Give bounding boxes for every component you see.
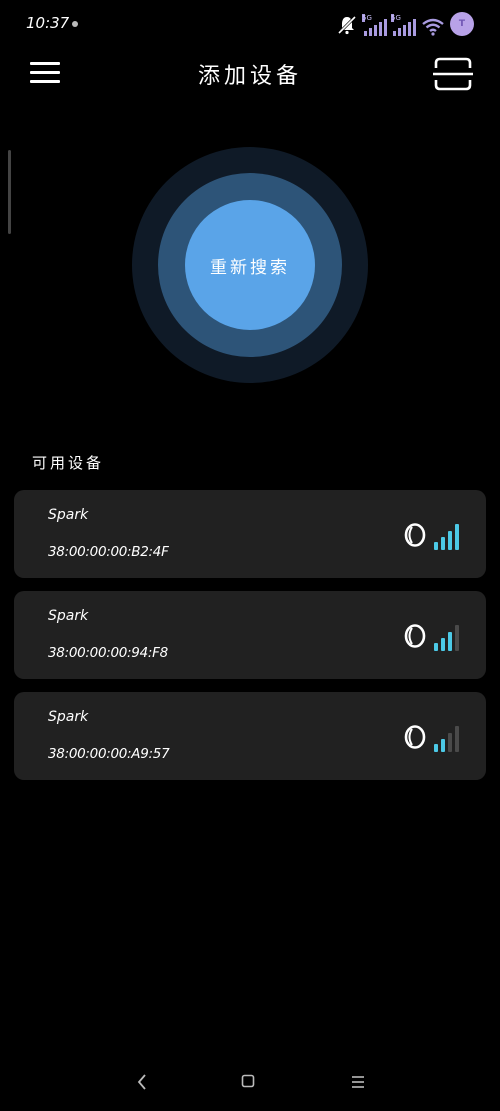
signal-strength-icon (434, 621, 464, 651)
cell-signal-1-icon: 5G (362, 14, 387, 36)
network-type-2: 5G (391, 14, 401, 22)
back-chevron-icon[interactable] (134, 1072, 150, 1092)
user-avatar[interactable]: T (450, 12, 474, 36)
avatar-text: T (458, 19, 466, 29)
power-icon (404, 523, 426, 547)
device-name: Spark (48, 709, 89, 725)
recents-menu-icon[interactable] (350, 1074, 366, 1090)
wifi-icon (422, 18, 444, 36)
available-devices-title: 可用设备 (32, 454, 105, 472)
device-card[interactable]: Spark 38:00:00:00:A9:57 (14, 692, 486, 780)
device-mac: 38:00:00:00:A9:57 (48, 746, 170, 762)
signal-strength-icon (434, 722, 464, 752)
status-bar: 10:37 5G 5G T (0, 0, 500, 48)
device-list: Spark 38:00:00:00:B2:4F Spark 38:00:00:0… (14, 490, 486, 793)
device-card[interactable]: Spark 38:00:00:00:B2:4F (14, 490, 486, 578)
status-time: 10:37 (26, 14, 70, 32)
page-title: 添加设备 (197, 64, 302, 89)
network-type-1: 5G (362, 14, 372, 22)
system-nav-bar (0, 1060, 500, 1104)
mute-bell-icon (337, 15, 357, 35)
device-name: Spark (48, 507, 89, 523)
scroll-indicator[interactable] (8, 150, 11, 234)
cell-signal-2-icon: 5G (391, 14, 416, 36)
scan-frame-icon[interactable] (432, 56, 474, 92)
rescan-button[interactable]: 重新搜索 (185, 200, 315, 330)
power-icon (404, 624, 426, 648)
app-bar: 添加设备 (0, 48, 500, 98)
signal-strength-icon (434, 520, 464, 550)
device-card[interactable]: Spark 38:00:00:00:94:F8 (14, 591, 486, 679)
rescan-button-label: 重新搜索 (210, 257, 290, 278)
notification-dot-icon (72, 21, 78, 27)
status-icons: 5G 5G T (336, 12, 474, 36)
power-icon (404, 725, 426, 749)
device-name: Spark (48, 608, 89, 624)
device-mac: 38:00:00:00:B2:4F (48, 544, 169, 560)
home-square-icon[interactable] (241, 1074, 255, 1088)
scan-area: 重新搜索 (132, 147, 368, 383)
device-mac: 38:00:00:00:94:F8 (48, 645, 168, 661)
